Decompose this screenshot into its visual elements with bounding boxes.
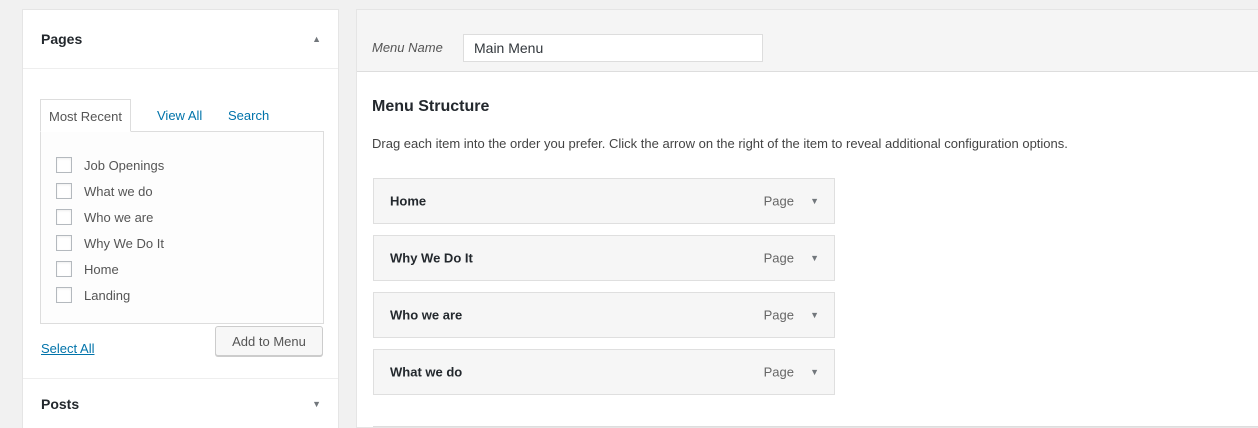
menu-name-input[interactable]: Main Menu — [463, 34, 763, 62]
tab-search[interactable]: Search — [228, 99, 269, 132]
page-label: Job Openings — [84, 157, 165, 173]
page-label: What we do — [84, 183, 153, 199]
page-checkbox[interactable] — [56, 183, 72, 199]
page-label: Landing — [84, 287, 131, 303]
expand-arrow-icon[interactable]: ▼ — [810, 367, 819, 377]
page-label: Home — [84, 261, 119, 277]
menu-instructions: Drag each item into the order you prefer… — [372, 136, 1068, 151]
pages-accordion-body: Most Recent View All Search Job Openings… — [23, 69, 338, 378]
menu-item-title: Why We Do It — [390, 250, 473, 266]
menus-screen: Pages ▲ Most Recent View All Search Job … — [0, 0, 1258, 428]
list-item[interactable]: Home — [56, 256, 164, 282]
posts-accordion-header[interactable]: Posts ▼ — [23, 378, 338, 428]
list-item[interactable]: Who we are — [56, 204, 164, 230]
list-item[interactable]: Job Openings — [56, 152, 164, 178]
list-item[interactable]: Landing — [56, 282, 164, 308]
menu-name-label: Menu Name — [372, 40, 443, 55]
expand-arrow-icon[interactable]: ▼ — [810, 196, 819, 206]
pages-tabs: Most Recent View All Search — [40, 99, 340, 132]
menu-name-bar: Menu Name Main Menu — [357, 10, 1258, 72]
menu-item-type: Page — [763, 364, 794, 380]
select-all-link[interactable]: Select All — [41, 341, 94, 356]
menu-item-home[interactable]: Home Page ▼ — [373, 178, 835, 224]
page-checkbox[interactable] — [56, 261, 72, 277]
menu-item-who-we-are[interactable]: Who we are Page ▼ — [373, 292, 835, 338]
page-label: Why We Do It — [84, 235, 164, 251]
pages-checklist: Job Openings What we do Who we are Why W… — [56, 152, 164, 308]
menu-item-title: What we do — [390, 364, 463, 380]
pages-checklist-panel: Job Openings What we do Who we are Why W… — [40, 131, 324, 324]
add-to-menu-button[interactable]: Add to Menu — [215, 326, 323, 356]
page-checkbox[interactable] — [56, 287, 72, 303]
menu-item-why-we-do-it[interactable]: Why We Do It Page ▼ — [373, 235, 835, 281]
menu-item-type: Page — [763, 193, 794, 209]
divider — [373, 426, 1258, 427]
menu-item-type: Page — [763, 307, 794, 323]
menu-item-what-we-do[interactable]: What we do Page ▼ — [373, 349, 835, 395]
pages-section-title: Pages — [41, 31, 83, 47]
menu-structure-heading: Menu Structure — [372, 98, 490, 115]
list-item[interactable]: What we do — [56, 178, 164, 204]
posts-section-title: Posts — [41, 395, 80, 412]
tab-view-all[interactable]: View All — [157, 99, 202, 132]
page-checkbox[interactable] — [56, 157, 72, 173]
add-menu-items-sidebar: Pages ▲ Most Recent View All Search Job … — [22, 9, 339, 428]
tab-most-recent[interactable]: Most Recent — [40, 99, 131, 132]
page-label: Who we are — [84, 209, 154, 225]
list-item[interactable]: Why We Do It — [56, 230, 164, 256]
menu-edit-panel: Menu Name Main Menu Menu Structure Drag … — [356, 9, 1258, 428]
expand-arrow-icon[interactable]: ▼ — [810, 253, 819, 263]
menu-item-title: Home — [390, 193, 427, 209]
menu-item-title: Who we are — [390, 307, 463, 323]
expand-down-icon[interactable]: ▼ — [312, 399, 321, 409]
menu-item-type: Page — [763, 250, 794, 266]
expand-arrow-icon[interactable]: ▼ — [810, 310, 819, 320]
page-checkbox[interactable] — [56, 235, 72, 251]
page-checkbox[interactable] — [56, 209, 72, 225]
pages-accordion-header[interactable]: Pages ▲ — [23, 10, 338, 69]
collapse-up-icon[interactable]: ▲ — [312, 34, 321, 44]
